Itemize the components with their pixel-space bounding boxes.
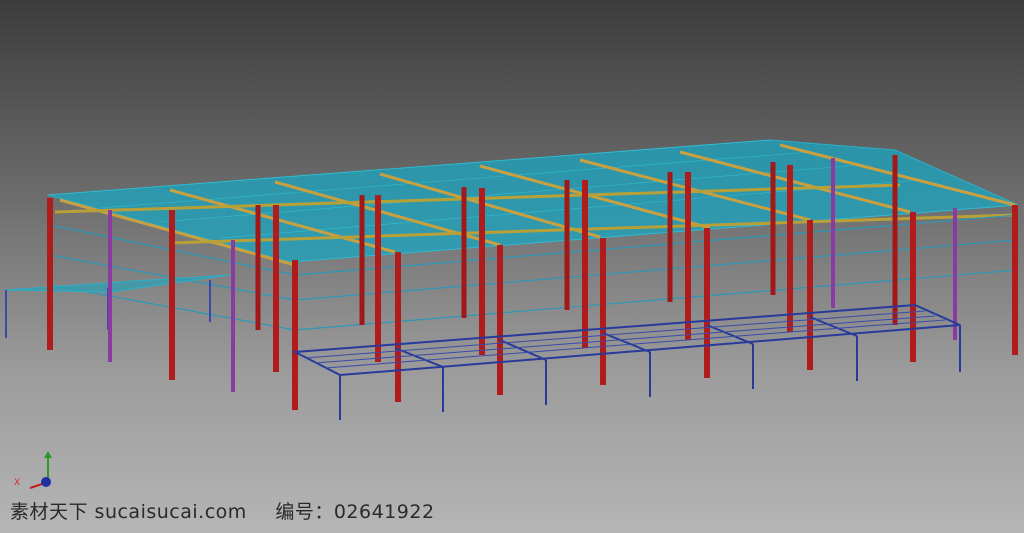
axis-triad-icon: [29, 451, 52, 489]
annex-roof: [4, 274, 231, 293]
watermark-site: 素材天下 sucaisucai.com: [10, 501, 247, 523]
watermark-id: 编号：02641922: [275, 501, 435, 523]
axis-x-label: X: [14, 478, 21, 488]
model-viewport[interactable]: [0, 0, 1024, 533]
watermark: 素材天下 sucaisucai.com 编号：02641922: [10, 497, 435, 524]
